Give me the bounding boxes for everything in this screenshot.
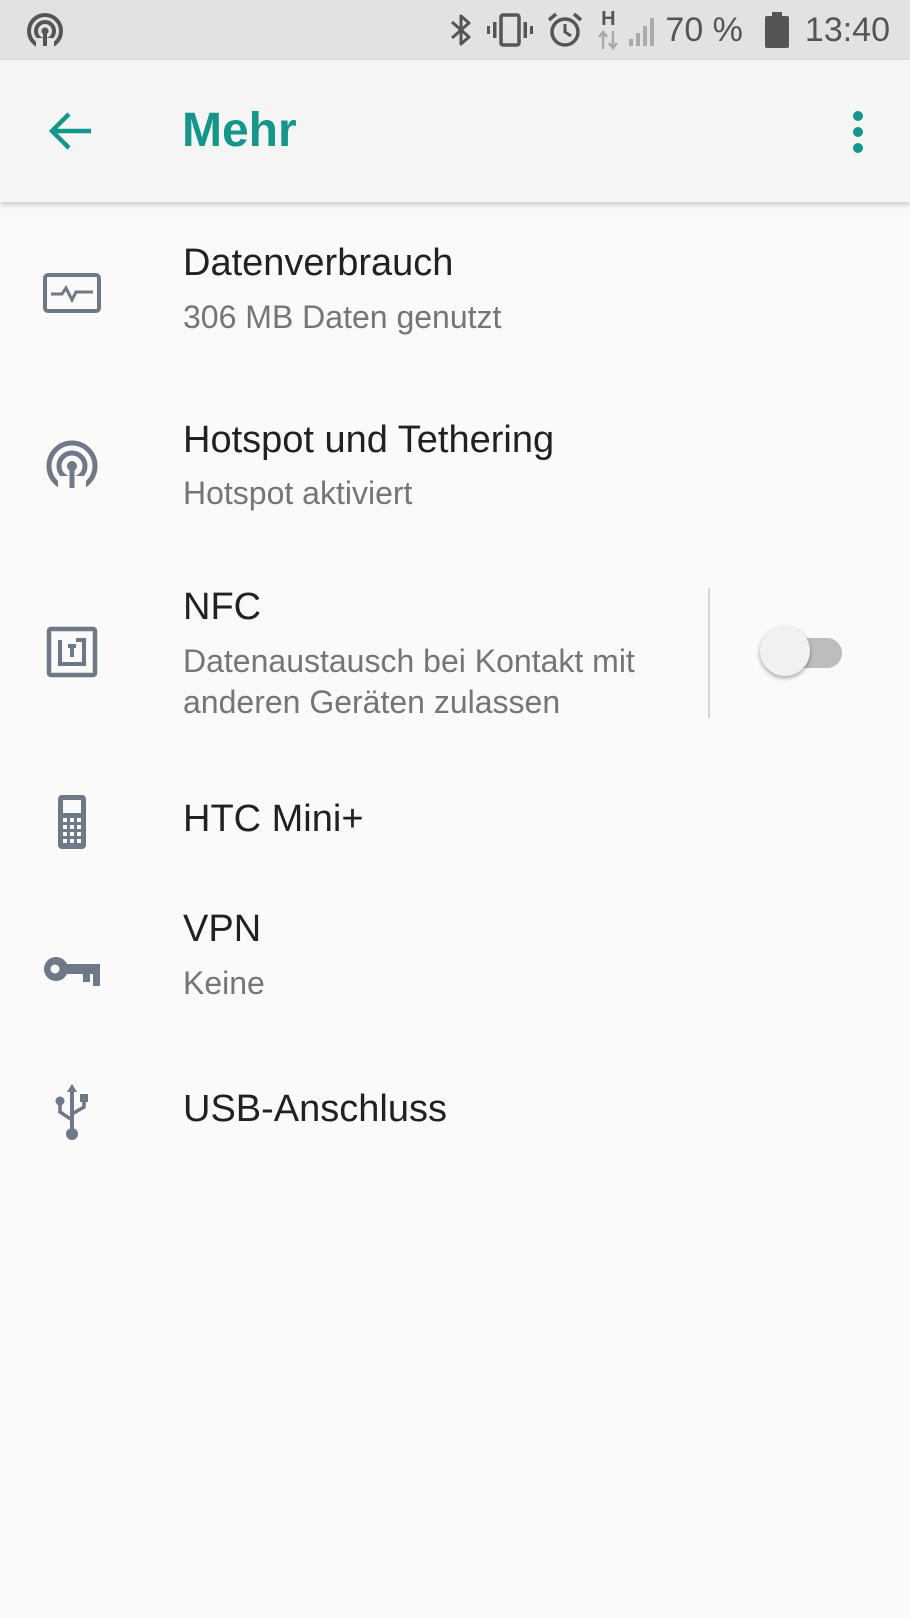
battery-icon (755, 11, 799, 49)
item-title: Datenverbrauch (183, 242, 454, 284)
bluetooth-icon (441, 12, 481, 48)
more-vert-icon (853, 111, 863, 153)
network-type-label: H (601, 8, 616, 30)
overflow-menu-button[interactable] (836, 102, 880, 162)
toggle-thumb (760, 626, 810, 676)
item-title: HTC Mini+ (183, 798, 364, 840)
arrow-back-icon (49, 112, 91, 150)
item-title: NFC (183, 586, 262, 628)
nfc-toggle[interactable] (760, 624, 844, 680)
divider (708, 588, 710, 718)
hotspot-icon (36, 430, 108, 502)
item-title: Hotspot und Tethering (183, 419, 555, 461)
signal-icon (625, 13, 661, 47)
page-title: Mehr (182, 104, 297, 157)
item-subtitle: Keine (183, 965, 265, 1001)
alarm-icon (539, 11, 591, 49)
data-usage-icon (36, 257, 108, 329)
phone-keypad-icon (36, 786, 108, 858)
item-subtitle: Hotspot aktiviert (183, 475, 413, 511)
item-title: USB-Anschluss (183, 1088, 447, 1130)
item-subtitle: 306 MB Daten genutzt (183, 299, 502, 335)
hotspot-icon (26, 12, 64, 50)
list-item-nfc[interactable]: NFC Datenaustausch bei Kontakt mit ander… (0, 572, 910, 752)
key-icon (36, 936, 108, 1008)
vibrate-icon (481, 12, 539, 48)
item-subtitle-line1: Datenaustausch bei Kontakt mit (183, 643, 635, 679)
list-item-vpn[interactable]: VPN Keine (0, 892, 910, 1042)
item-subtitle-line2: anderen Geräten zulassen (183, 684, 561, 720)
battery-percent: 70 % (665, 10, 743, 49)
status-icons: H 70 % 13:40 (441, 0, 890, 60)
status-bar: H 70 % 13:40 (0, 0, 910, 60)
list-item-htc-mini[interactable]: HTC Mini+ (0, 774, 910, 874)
clock: 13:40 (804, 10, 890, 49)
back-button[interactable] (38, 98, 104, 164)
item-title: VPN (183, 908, 262, 950)
list-item-data-usage[interactable]: Datenverbrauch 306 MB Daten genutzt (0, 212, 910, 377)
app-bar: Mehr (0, 60, 910, 202)
usb-icon (36, 1076, 108, 1148)
list-item-usb[interactable]: USB-Anschluss (0, 1064, 910, 1174)
network-type-icon: H (591, 8, 625, 52)
list-item-hotspot[interactable]: Hotspot und Tethering Hotspot aktiviert (0, 392, 910, 562)
nfc-icon (36, 616, 108, 688)
